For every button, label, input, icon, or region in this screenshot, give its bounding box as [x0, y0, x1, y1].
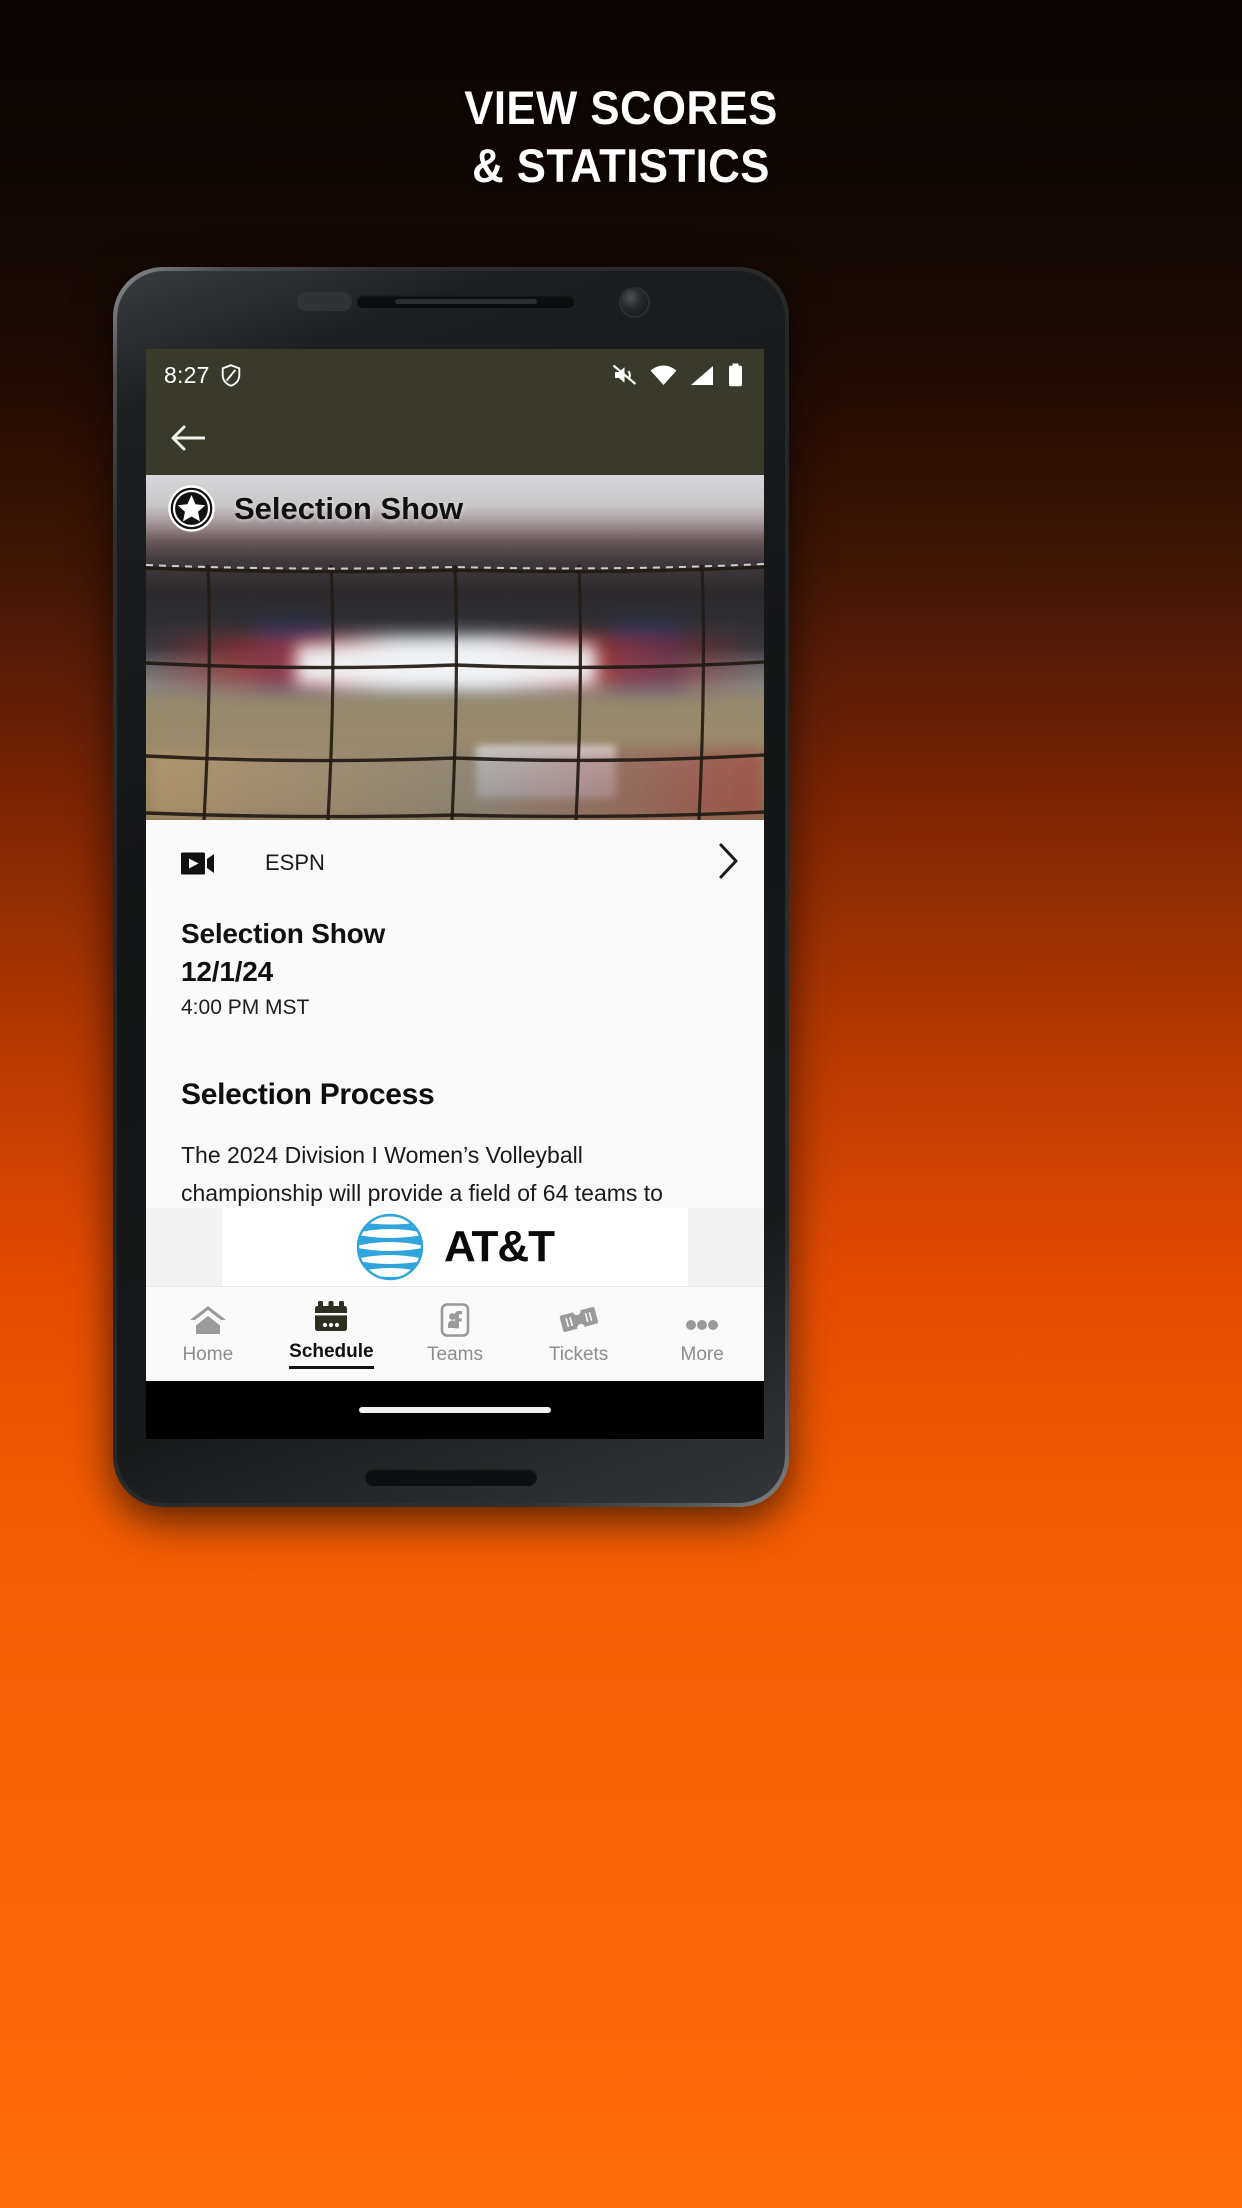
nav-item-home[interactable]: Home — [146, 1287, 270, 1381]
nav-item-tickets[interactable]: Tickets — [517, 1287, 641, 1381]
star-badge-icon — [168, 485, 215, 532]
headline-line-1: VIEW SCORES — [464, 81, 778, 134]
nav-label-schedule: Schedule — [289, 1341, 374, 1369]
att-brand-text: AT&T — [443, 1222, 555, 1271]
hero-image: Selection Show — [146, 475, 764, 820]
ellipsis-icon — [680, 1303, 724, 1337]
wifi-icon — [650, 365, 677, 385]
nav-item-more[interactable]: More — [640, 1287, 764, 1381]
status-bar-time: 8:27 — [164, 361, 210, 388]
back-arrow-icon[interactable] — [171, 423, 205, 453]
phone-bezel: 8:27 Selection Show ESPN Selection Show … — [117, 271, 785, 1503]
event-date: 12/1/24 — [181, 956, 274, 987]
nav-item-teams[interactable]: Teams — [393, 1287, 517, 1381]
section-title: Selection Process — [181, 1078, 435, 1111]
front-camera-icon — [621, 289, 648, 316]
broadcast-row[interactable]: ESPN — [146, 820, 764, 906]
phone-mockup: 8:27 Selection Show ESPN Selection Show … — [113, 267, 789, 1507]
earpiece-speaker-slit — [395, 299, 537, 304]
system-gesture-bar — [146, 1381, 764, 1439]
promo-headline: VIEW SCORES & STATISTICS — [43, 84, 1198, 189]
att-globe-logo — [356, 1213, 424, 1281]
shield-icon — [221, 363, 240, 387]
headline-line-2: & STATISTICS — [472, 139, 770, 192]
ticket-icon — [557, 1303, 601, 1337]
event-time: 4:00 PM MST — [181, 996, 310, 1019]
event-name: Selection Show — [181, 918, 386, 949]
video-camera-icon — [181, 852, 214, 874]
event-details: Selection Show 12/1/24 4:00 PM MST Selec… — [146, 906, 764, 1260]
battery-icon — [729, 363, 742, 387]
chevron-right-icon[interactable] — [718, 842, 740, 880]
earpiece-sensor — [297, 292, 352, 311]
hero-title: Selection Show — [234, 490, 464, 526]
calendar-icon — [313, 1300, 349, 1334]
nav-label-tickets: Tickets — [548, 1343, 609, 1365]
home-icon — [188, 1303, 228, 1337]
nav-label-more: More — [680, 1343, 724, 1365]
bottom-navigation-bar: Home Schedule Teams Tickets More — [146, 1286, 764, 1381]
advertisement-banner[interactable]: AT&T — [146, 1208, 764, 1286]
app-bar — [146, 401, 764, 475]
cellular-signal-icon — [691, 365, 713, 385]
status-bar: 8:27 — [146, 349, 764, 401]
broadcast-network-label: ESPN — [265, 850, 325, 875]
volume-mute-icon — [612, 364, 637, 385]
phone-screen: 8:27 Selection Show ESPN Selection Show … — [146, 349, 764, 1439]
nav-label-teams: Teams — [427, 1343, 483, 1365]
nav-item-schedule[interactable]: Schedule — [270, 1287, 394, 1381]
nav-label-home: Home — [182, 1343, 234, 1365]
jersey-icon — [440, 1302, 470, 1337]
home-gesture-pill[interactable] — [359, 1407, 551, 1413]
bottom-speaker-grill — [365, 1469, 537, 1486]
